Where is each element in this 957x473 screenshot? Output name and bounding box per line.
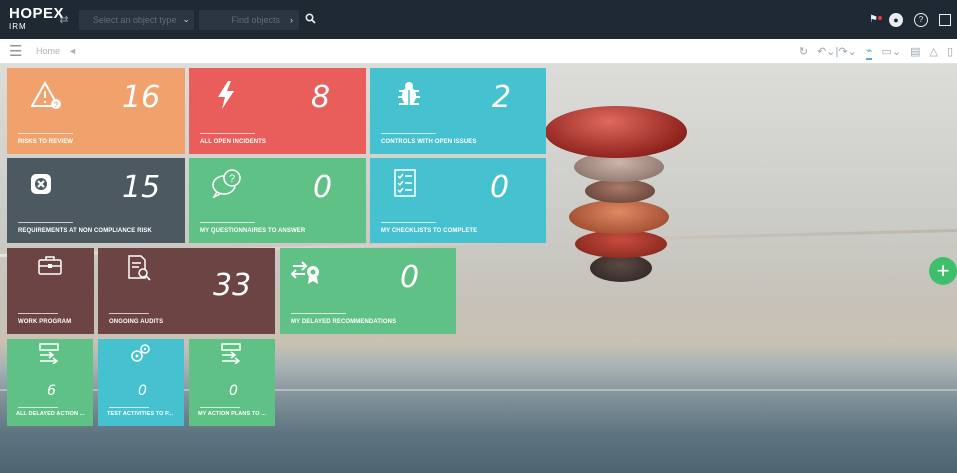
flag-icon[interactable]: ⚑ xyxy=(869,14,882,25)
chart-view-icon[interactable]: ⌁ xyxy=(865,44,873,60)
tile-label: MY DELAYED RECOMMENDATIONS xyxy=(291,319,397,325)
swap-icon[interactable]: ⇄ xyxy=(50,13,78,26)
tile-delayed-recommendations[interactable]: 0 MY DELAYED RECOMMENDATIONS xyxy=(280,248,456,334)
warning-icon: ? xyxy=(30,80,63,116)
checklist-icon xyxy=(392,168,418,204)
bug-icon xyxy=(396,80,422,114)
object-type-placeholder: Select an object type xyxy=(92,14,177,25)
question-bubble-icon: ? xyxy=(211,168,243,204)
tab-home[interactable]: Home xyxy=(36,46,60,56)
stone-red-low xyxy=(575,230,667,258)
tile-label: ALL DELAYED ACTION ... xyxy=(16,411,85,417)
tile-requirements-non-compliance[interactable]: 15 REQUIREMENTS AT NON COMPLIANCE RISK xyxy=(7,158,185,243)
tile-label: MY QUESTIONNAIRES TO ANSWER xyxy=(200,228,306,234)
toolbar: ☰ Home ◄ ↻ ↶⌄|↷⌄ ⌁ ▭⌄ ▤ △ ▯ xyxy=(0,39,957,64)
help-icon[interactable]: ? xyxy=(914,12,928,27)
svg-text:?: ? xyxy=(229,173,235,185)
tile-number: 0 xyxy=(313,170,333,205)
tile-controls-open-issues[interactable]: 2 CONTROLS WITH OPEN ISSUES xyxy=(370,68,546,154)
tile-divider xyxy=(109,313,149,314)
exit-icon[interactable] xyxy=(939,13,951,26)
close-box-icon xyxy=(29,172,53,202)
object-type-select[interactable]: Select an object type ⌄ xyxy=(79,9,194,30)
tile-my-questionnaires[interactable]: ? 0 MY QUESTIONNAIRES TO ANSWER xyxy=(189,158,366,243)
chevron-down-icon: ⌄ xyxy=(182,14,190,24)
lightning-icon xyxy=(215,80,237,116)
tile-number: 8 xyxy=(311,80,331,115)
tile-number: 0 xyxy=(400,260,420,295)
action-plan-icon xyxy=(220,342,244,370)
tile-number: 0 xyxy=(229,383,238,399)
tile-divider xyxy=(200,133,255,134)
tile-divider xyxy=(18,407,58,408)
menu-icon[interactable]: ☰ xyxy=(0,42,32,60)
tile-label: RISKS TO REVIEW xyxy=(18,139,74,145)
tile-divider xyxy=(18,313,58,314)
tile-divider xyxy=(18,133,73,134)
tile-number: 15 xyxy=(122,170,161,205)
search-icon[interactable] xyxy=(305,12,316,27)
recommendation-icon xyxy=(290,258,323,292)
document-search-icon xyxy=(126,254,152,288)
tile-number: 0 xyxy=(138,383,147,399)
tile-label: TEST ACTIVITIES TO P... xyxy=(107,411,174,417)
monitor-icon[interactable]: ▭⌄ xyxy=(881,45,901,58)
recycle-icon[interactable]: △ xyxy=(929,45,937,58)
document-icon[interactable]: ▯ xyxy=(947,45,953,58)
tile-open-incidents[interactable]: 8 ALL OPEN INCIDENTS xyxy=(189,68,366,154)
tile-divider xyxy=(18,222,73,223)
stone-small xyxy=(585,179,655,203)
tile-test-activities[interactable]: 0 TEST ACTIVITIES TO P... xyxy=(98,339,184,426)
toolbar-tools: ↻ ↶⌄|↷⌄ ⌁ ▭⌄ ▤ △ ▯ xyxy=(799,39,957,64)
tile-divider xyxy=(291,313,346,314)
tile-number: 6 xyxy=(47,383,56,399)
tile-my-checklists[interactable]: 0 MY CHECKLISTS TO COMPLETE xyxy=(370,158,546,243)
briefcase-icon xyxy=(37,254,63,282)
add-button[interactable]: + xyxy=(929,257,957,285)
tile-label: CONTROLS WITH OPEN ISSUES xyxy=(381,139,477,145)
tile-label: MY ACTION PLANS TO ... xyxy=(198,411,267,417)
tile-number: 0 xyxy=(490,170,510,205)
find-placeholder: Find objects xyxy=(231,14,280,25)
tile-divider xyxy=(200,222,255,223)
tile-work-program[interactable]: WORK PROGRAM xyxy=(7,248,94,334)
tile-number: 16 xyxy=(122,80,161,115)
svg-text:?: ? xyxy=(54,102,58,109)
refresh-icon[interactable]: ↻ xyxy=(799,45,808,58)
find-objects-input[interactable]: Find objects › xyxy=(199,9,299,30)
top-right-actions: ⚑ ● ? xyxy=(869,0,957,39)
stone-top xyxy=(545,106,687,158)
tile-ongoing-audits[interactable]: 33 ONGOING AUDITS xyxy=(98,248,275,334)
tile-label: MY CHECKLISTS TO COMPLETE xyxy=(381,228,478,234)
tile-label: ALL OPEN INCIDENTS xyxy=(200,139,267,145)
tile-divider xyxy=(200,407,240,408)
user-icon[interactable]: ● xyxy=(889,12,903,27)
chevron-right-icon: › xyxy=(290,14,293,25)
undo-redo-icon[interactable]: ↶⌄|↷⌄ xyxy=(817,45,857,58)
tile-delayed-actions[interactable]: 6 ALL DELAYED ACTION ... xyxy=(7,339,93,426)
action-plan-icon xyxy=(38,342,62,370)
tile-number: 2 xyxy=(492,80,512,115)
tile-label: WORK PROGRAM xyxy=(18,319,72,325)
collapse-tab-icon[interactable]: ◄ xyxy=(68,46,77,56)
gears-icon xyxy=(128,343,152,371)
tile-divider xyxy=(381,222,436,223)
tile-divider xyxy=(109,407,149,408)
report-icon[interactable]: ▤ xyxy=(910,45,920,58)
tile-divider xyxy=(381,133,436,134)
hopex-logo[interactable]: HOPEX IRM xyxy=(0,0,64,39)
tile-label: ONGOING AUDITS xyxy=(109,319,164,325)
top-bar: HOPEX IRM ⇄ Select an object type ⌄ Find… xyxy=(0,0,957,39)
tile-my-action-plans[interactable]: 0 MY ACTION PLANS TO ... xyxy=(189,339,275,426)
stone-base xyxy=(590,254,652,282)
tile-number: 33 xyxy=(213,268,252,303)
stone-orange xyxy=(569,200,669,234)
tile-label: REQUIREMENTS AT NON COMPLIANCE RISK xyxy=(18,228,152,234)
tile-risks-to-review[interactable]: ? 16 RISKS TO REVIEW xyxy=(7,68,185,154)
